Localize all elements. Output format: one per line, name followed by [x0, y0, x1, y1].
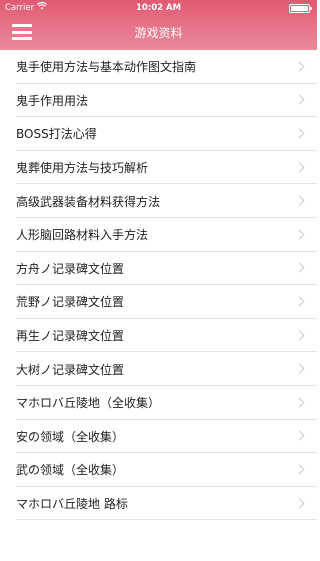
list-item-label: 大树ノ记录碑文位置 [16, 362, 125, 377]
list-item[interactable]: マホロバ丘陵地 路标 [0, 487, 317, 521]
list-item[interactable]: 鬼葬使用方法与技巧解析 [0, 151, 317, 185]
chevron-right-icon [294, 262, 305, 273]
list-item-label: BOSS打法心得 [16, 127, 97, 142]
chevron-right-icon [294, 330, 305, 340]
list-item[interactable]: 鬼手使用方法与基本动作图文指南 [0, 50, 317, 84]
chevron-right-icon [294, 94, 305, 105]
chevron-right-icon [294, 296, 305, 307]
list-item-label: 鬼手作用用法 [16, 93, 89, 108]
list-item-label: マホロバ丘陵地 路标 [16, 497, 128, 512]
article-list: 鬼手使用方法与基本动作图文指南 鬼手作用用法 BOSS打法心得鬼葬使用方法与技巧解析… [0, 50, 317, 561]
list-item-label: 高级武器装备材料获得方法 [16, 194, 161, 209]
list-item[interactable]: 荒野ノ记录碑文位置 [0, 285, 317, 319]
list-item-label: 鬼葬使用方法与技巧解析 [16, 161, 149, 176]
chevron-right-icon [294, 430, 305, 441]
nav-bar: 游戏资料 [0, 16, 317, 50]
chevron-right-icon [294, 162, 305, 173]
page-title: 游戏资料 [134, 26, 183, 40]
list-item[interactable]: BOSS打法心得 [0, 117, 317, 151]
list-item-label: 方舟ノ记录碑文位置 [16, 261, 125, 276]
chevron-right-icon [294, 498, 305, 508]
chevron-right-icon [294, 363, 305, 374]
battery-icon [289, 4, 312, 13]
chevron-right-icon [294, 61, 305, 72]
list-item[interactable]: 安の领域（全收集） [0, 420, 317, 454]
list-item[interactable]: 人形脑回路材料入手方法 [0, 218, 317, 252]
chevron-right-icon [294, 229, 305, 240]
list-item[interactable]: マホロバ丘陵地（全收集） [0, 386, 317, 420]
status-time: 10:02 AM [135, 3, 182, 13]
list-item[interactable]: 再生ノ记录碑文位置 [0, 319, 317, 353]
chevron-right-icon [294, 397, 305, 408]
list-item[interactable]: 鬼手作用用法 [0, 84, 317, 118]
list-item-label: 安の领域（全收集） [16, 429, 125, 444]
list-item-label: 荒野ノ记录碑文位置 [16, 295, 125, 310]
list-item-label: 再生ノ记录碑文位置 [16, 329, 125, 344]
status-bar: Carrier 10:02 AM [0, 0, 317, 16]
list-item[interactable]: 武の领域（全收集） [0, 453, 317, 487]
list-item[interactable]: 方舟ノ记录碑文位置 [0, 252, 317, 286]
chevron-right-icon [294, 128, 305, 139]
chevron-right-icon [294, 464, 305, 475]
header: Carrier 10:02 AM 游戏资料 [0, 0, 317, 50]
app-screen: Carrier 10:02 AM 游戏资料 鬼手使用方法与基本动作图文指南 鬼手作… [0, 0, 317, 561]
list-item-label: 武の领域（全收集） [16, 463, 125, 478]
list-item-label: 鬼手使用方法与基本动作图文指南 [16, 60, 197, 75]
list-item-label: 人形脑回路材料入手方法 [16, 228, 149, 243]
chevron-right-icon [294, 195, 305, 206]
list-item[interactable]: 高级武器装备材料获得方法 [0, 184, 317, 218]
list-item-label: マホロバ丘陵地（全收集） [16, 396, 161, 411]
list-item[interactable]: 大树ノ记录碑文位置 [0, 352, 317, 386]
